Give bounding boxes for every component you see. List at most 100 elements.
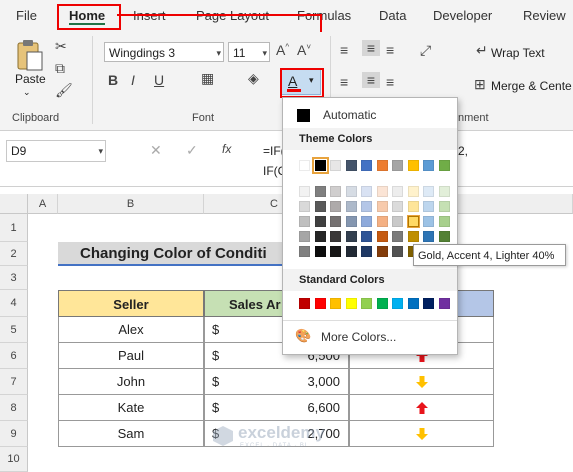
- header-seller[interactable]: Seller: [58, 290, 204, 317]
- theme-shade-swatch[interactable]: [299, 231, 310, 242]
- font-name-combo[interactable]: Wingdings 3 ▾: [104, 42, 224, 62]
- chevron-down-icon[interactable]: ⌄: [23, 87, 31, 98]
- theme-shade-swatch[interactable]: [376, 231, 388, 242]
- bold-icon[interactable]: B: [108, 72, 118, 88]
- orientation-icon[interactable]: ⤢: [420, 42, 431, 59]
- theme-shade-swatch[interactable]: [423, 216, 434, 227]
- trend-cell[interactable]: [349, 369, 494, 395]
- row-header[interactable]: 3: [0, 266, 28, 290]
- theme-shade-swatch[interactable]: [376, 216, 388, 227]
- sales-cell[interactable]: $3,000: [204, 369, 349, 395]
- tab-developer[interactable]: Developer: [433, 8, 492, 23]
- standard-color-swatch[interactable]: [423, 298, 434, 309]
- theme-shade-swatch[interactable]: [361, 246, 372, 257]
- theme-shade-swatch[interactable]: [392, 246, 403, 257]
- align-right-icon[interactable]: ≡: [386, 74, 394, 90]
- seller-cell[interactable]: Kate: [58, 395, 204, 421]
- theme-shade-swatch[interactable]: [361, 186, 372, 197]
- theme-shade-swatch[interactable]: [314, 186, 326, 197]
- trend-cell[interactable]: [349, 421, 494, 447]
- standard-color-swatch[interactable]: [299, 298, 310, 309]
- paste-label[interactable]: Paste: [15, 72, 46, 86]
- standard-color-swatch[interactable]: [407, 298, 419, 309]
- column-header-a[interactable]: A: [28, 194, 58, 214]
- theme-shade-swatch[interactable]: [423, 201, 434, 212]
- theme-shade-swatch[interactable]: [438, 231, 450, 242]
- row-header[interactable]: 9: [0, 421, 28, 447]
- row-header[interactable]: 8: [0, 395, 28, 421]
- theme-shade-swatch[interactable]: [361, 231, 372, 242]
- fill-color-icon[interactable]: ◈: [248, 70, 259, 87]
- theme-shade-swatch[interactable]: [314, 201, 326, 212]
- theme-color-swatch[interactable]: [330, 160, 341, 171]
- row-header[interactable]: 6: [0, 343, 28, 369]
- row-header[interactable]: 5: [0, 317, 28, 343]
- theme-shade-swatch[interactable]: [407, 231, 419, 242]
- cut-icon[interactable]: ✂: [55, 38, 67, 55]
- tab-review[interactable]: Review: [523, 8, 566, 23]
- automatic-option[interactable]: Automatic: [287, 102, 453, 128]
- theme-shade-swatch[interactable]: [406, 215, 420, 228]
- theme-shade-swatch[interactable]: [392, 201, 403, 212]
- theme-shade-swatch[interactable]: [438, 201, 450, 212]
- tab-file[interactable]: File: [16, 8, 37, 23]
- standard-color-swatch[interactable]: [314, 298, 326, 309]
- tab-data[interactable]: Data: [379, 8, 406, 23]
- theme-shade-swatch[interactable]: [376, 186, 388, 197]
- theme-color-swatch[interactable]: [392, 160, 403, 171]
- row-header[interactable]: 2: [0, 242, 28, 266]
- theme-shade-swatch[interactable]: [438, 216, 450, 227]
- theme-color-swatch[interactable]: [423, 160, 434, 171]
- wrap-text-icon[interactable]: ↵: [476, 42, 488, 59]
- standard-color-swatch[interactable]: [392, 298, 403, 309]
- standard-color-swatch[interactable]: [345, 298, 357, 309]
- decrease-font-icon[interactable]: A˅: [297, 42, 311, 58]
- theme-shade-swatch[interactable]: [330, 216, 341, 227]
- trend-cell[interactable]: [349, 395, 494, 421]
- merge-center-label[interactable]: Merge & Cente: [491, 79, 572, 93]
- theme-shade-swatch[interactable]: [299, 216, 310, 227]
- theme-shade-swatch[interactable]: [392, 186, 403, 197]
- theme-shade-swatch[interactable]: [314, 246, 326, 257]
- align-top-icon[interactable]: ≡: [340, 42, 348, 58]
- theme-shade-swatch[interactable]: [407, 201, 419, 212]
- standard-color-swatch[interactable]: [438, 298, 450, 309]
- standard-color-swatch[interactable]: [361, 298, 372, 309]
- theme-color-swatch[interactable]: [376, 160, 388, 171]
- align-center-icon[interactable]: ≡: [362, 72, 380, 88]
- theme-shade-swatch[interactable]: [376, 201, 388, 212]
- theme-color-swatch[interactable]: [311, 157, 329, 174]
- font-size-combo[interactable]: 11 ▾: [228, 42, 270, 62]
- name-box[interactable]: D9 ▾: [6, 140, 106, 162]
- underline-icon[interactable]: U: [154, 72, 164, 88]
- theme-shade-swatch[interactable]: [345, 231, 357, 242]
- theme-shade-swatch[interactable]: [438, 186, 450, 197]
- cancel-icon[interactable]: ✕: [150, 142, 162, 159]
- theme-color-swatch[interactable]: [299, 160, 310, 171]
- align-bottom-icon[interactable]: ≡: [386, 42, 394, 58]
- select-all-corner[interactable]: [0, 194, 28, 214]
- borders-icon[interactable]: ▦: [201, 70, 214, 87]
- row-header[interactable]: 10: [0, 447, 28, 472]
- more-colors-option[interactable]: 🎨 More Colors...: [287, 326, 453, 348]
- theme-shade-swatch[interactable]: [330, 246, 341, 257]
- row-header[interactable]: 7: [0, 369, 28, 395]
- paste-button[interactable]: [14, 38, 44, 72]
- copy-icon[interactable]: ⧉: [55, 60, 65, 77]
- theme-color-swatch[interactable]: [361, 160, 372, 171]
- seller-cell[interactable]: John: [58, 369, 204, 395]
- increase-font-icon[interactable]: A^: [276, 42, 289, 58]
- theme-shade-swatch[interactable]: [330, 231, 341, 242]
- theme-shade-swatch[interactable]: [392, 231, 403, 242]
- theme-shade-swatch[interactable]: [361, 216, 372, 227]
- sales-cell[interactable]: $6,600: [204, 395, 349, 421]
- theme-shade-swatch[interactable]: [345, 246, 357, 257]
- theme-shade-swatch[interactable]: [376, 246, 388, 257]
- theme-shade-swatch[interactable]: [314, 216, 326, 227]
- theme-shade-swatch[interactable]: [345, 186, 357, 197]
- standard-color-swatch[interactable]: [376, 298, 388, 309]
- theme-shade-swatch[interactable]: [330, 201, 341, 212]
- column-header-b[interactable]: B: [58, 194, 204, 214]
- row-header[interactable]: 1: [0, 214, 28, 242]
- insert-function-icon[interactable]: fx: [222, 142, 231, 156]
